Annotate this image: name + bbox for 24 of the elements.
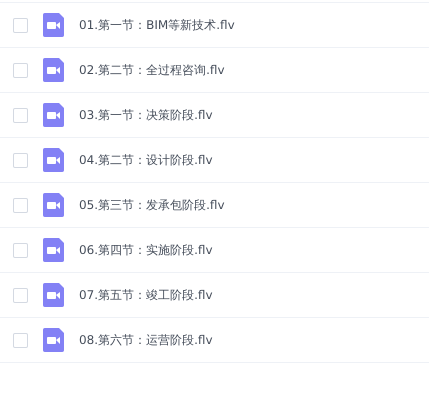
file-name[interactable]: 05.第三节：发承包阶段.flv xyxy=(79,196,225,214)
checkbox[interactable] xyxy=(13,288,28,302)
file-name[interactable]: 04.第二节：设计阶段.flv xyxy=(79,152,213,168)
checkbox[interactable] xyxy=(13,152,28,168)
video-file-icon xyxy=(43,103,64,127)
checkbox[interactable] xyxy=(13,198,28,212)
video-file-icon xyxy=(43,238,64,262)
checkbox[interactable] xyxy=(13,108,28,122)
checkbox[interactable] xyxy=(13,332,28,348)
video-file-icon xyxy=(43,193,64,217)
video-file-icon xyxy=(43,13,64,37)
video-file-icon xyxy=(43,58,64,82)
checkbox[interactable] xyxy=(13,18,28,32)
video-file-icon xyxy=(43,328,64,352)
video-file-icon xyxy=(43,283,64,307)
checkbox[interactable] xyxy=(13,242,28,258)
checkbox[interactable] xyxy=(13,62,28,78)
file-name[interactable]: 06.第四节：实施阶段.flv xyxy=(79,242,213,258)
file-name[interactable]: 01.第一节：BIM等新技术.flv xyxy=(79,16,235,34)
video-file-icon xyxy=(43,148,64,172)
file-name[interactable]: 03.第一节：决策阶段.flv xyxy=(79,106,213,124)
file-name[interactable]: 02.第二节：全过程咨询.flv xyxy=(79,62,225,78)
file-name[interactable]: 08.第六节：运营阶段.flv xyxy=(79,332,213,348)
file-name[interactable]: 07.第五节：竣工阶段.flv xyxy=(79,286,213,304)
